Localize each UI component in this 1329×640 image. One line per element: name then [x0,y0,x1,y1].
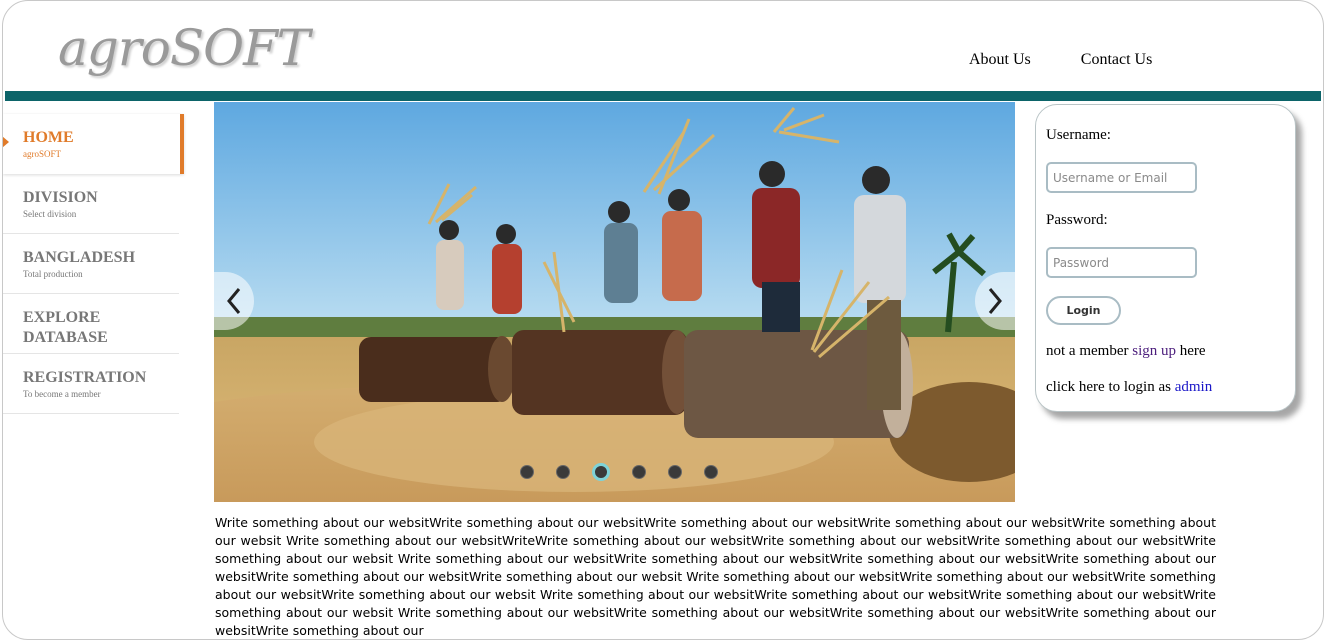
signup-suffix: here [1176,343,1206,359]
signup-prefix: not a member [1046,343,1133,359]
admin-line: click here to login as admin [1046,379,1212,396]
sidebar-item-subtitle: agroSOFT [23,149,61,159]
slider-dot[interactable] [592,463,610,481]
sidebar-item-title: REGISTRATION [23,369,147,386]
username-label: Username: [1046,127,1111,143]
slider-dot[interactable] [632,465,646,479]
signup-line: not a member sign up here [1046,343,1206,360]
sidebar-item-subtitle: To become a member [23,389,101,399]
sidebar-item-registration[interactable]: REGISTRATION To become a member [3,354,179,414]
username-input[interactable] [1046,162,1197,193]
sidebar-item-title: DIVISION [23,189,98,206]
top-nav: About Us Contact Us [969,51,1198,69]
harvest-photo [214,102,1015,502]
signup-link[interactable]: sign up [1132,343,1176,359]
sidebar-item-title: EXPLORE DATABASE [23,309,108,346]
password-label: Password: [1046,212,1108,228]
slider-dot[interactable] [704,465,718,479]
sidebar-item-bangladesh[interactable]: BANGLADESH Total production [3,234,179,294]
admin-login-link[interactable]: admin [1175,379,1213,395]
sidebar-item-title: HOME [23,129,74,146]
drum-left [359,336,516,402]
slider-dot[interactable] [556,465,570,479]
slider-dots [520,463,718,481]
header-divider-bar [5,91,1321,101]
image-slider[interactable] [214,102,1015,502]
password-input[interactable] [1046,247,1197,278]
login-button[interactable]: Login [1046,296,1121,325]
slider-dot[interactable] [520,465,534,479]
admin-prefix: click here to login as [1046,379,1175,395]
chevron-left-icon [227,288,241,314]
about-paragraph: Write something about our websitWrite so… [215,515,1216,638]
sidebar-item-title: BANGLADESH [23,249,136,266]
drum-middle [512,330,692,415]
sidebar-item-explore-database[interactable]: EXPLORE DATABASE [3,294,179,354]
site-logo[interactable]: agroSOFT [58,19,310,77]
chevron-right-icon [988,288,1002,314]
slider-dot[interactable] [668,465,682,479]
sidebar-menu: HOME agroSOFT DIVISION Select division B… [3,114,184,414]
login-panel: Username: Password: Login not a member s… [1035,104,1296,412]
sidebar-item-home[interactable]: HOME agroSOFT [3,114,184,174]
sidebar-item-subtitle: Select division [23,209,77,219]
nav-about-us[interactable]: About Us [969,51,1031,69]
nav-contact-us[interactable]: Contact Us [1081,51,1153,69]
sidebar-item-division[interactable]: DIVISION Select division [3,174,179,234]
page-frame: agroSOFT About Us Contact Us HOME agroSO… [2,0,1324,640]
sidebar-item-subtitle: Total production [23,269,83,279]
